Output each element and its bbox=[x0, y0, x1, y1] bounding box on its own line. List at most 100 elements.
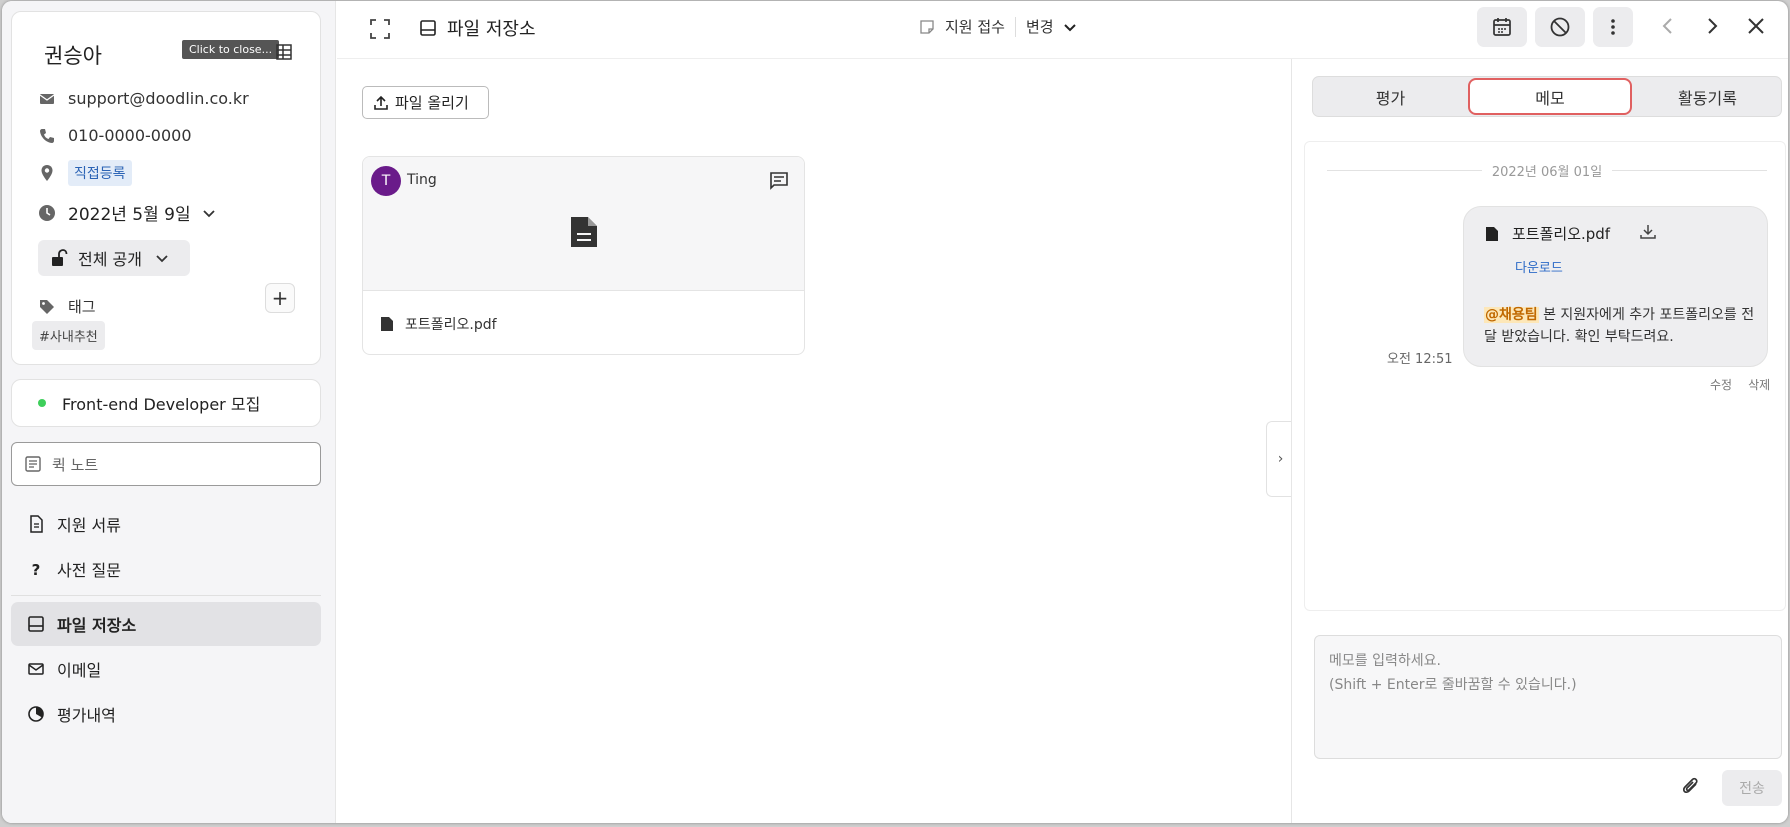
file-name-row: 포트폴리오.pdf bbox=[379, 314, 497, 334]
attachment-name: 포트폴리오.pdf bbox=[1512, 225, 1611, 243]
status-dot bbox=[38, 399, 46, 407]
divider bbox=[1014, 16, 1016, 37]
memo-bubble: 포트폴리오.pdf 다운로드 @채용팀 본 지원자에게 추가 포트폴리오를 전달… bbox=[1463, 206, 1768, 367]
storage-icon bbox=[28, 616, 44, 632]
memo-input[interactable]: 메모를 입력하세요. (Shift + Enter로 줄바꿈할 수 있습니다.) bbox=[1314, 635, 1782, 759]
stage-selector: 지원 접수 변경 bbox=[919, 16, 1078, 37]
candidate-profile-card: 권승아 Click to close... support@doodlin.co… bbox=[11, 11, 321, 365]
unlock-icon bbox=[52, 249, 68, 266]
quick-note-input[interactable]: 퀵 노트 bbox=[11, 442, 321, 486]
ban-icon bbox=[1550, 17, 1570, 37]
file-icon bbox=[1486, 226, 1498, 241]
table-icon[interactable] bbox=[274, 42, 294, 62]
tab-memo[interactable]: 메모 bbox=[1468, 78, 1632, 115]
nav-item-email[interactable]: 이메일 bbox=[11, 647, 321, 691]
send-button[interactable]: 전송 bbox=[1722, 770, 1782, 806]
candidate-name: 권승아 bbox=[44, 44, 102, 68]
file-preview[interactable]: T Ting bbox=[363, 157, 804, 291]
nav-label: 이메일 bbox=[57, 661, 102, 680]
uploader-name: Ting bbox=[407, 172, 437, 188]
calendar-icon bbox=[1493, 18, 1511, 36]
nav-label: 평가내역 bbox=[57, 706, 116, 725]
nav-item-questions[interactable]: ? 사전 질문 bbox=[11, 547, 321, 591]
tags-label: 태그 bbox=[68, 298, 96, 316]
mention-tag[interactable]: @채용팀 bbox=[1484, 307, 1539, 323]
memo-list: 2022년 06월 01일 포트폴리오.pdf 다운로드 @채용팀 본 지원자에… bbox=[1304, 141, 1786, 611]
date-divider: 2022년 06월 01일 bbox=[1327, 160, 1768, 180]
candidate-email[interactable]: support@doodlin.co.kr bbox=[68, 89, 249, 108]
more-options-button[interactable] bbox=[1593, 7, 1633, 47]
paperclip-icon[interactable] bbox=[1680, 776, 1702, 798]
sticky-note-icon bbox=[920, 19, 934, 34]
mail-icon bbox=[28, 663, 44, 675]
tab-activity-log[interactable]: 활동기록 bbox=[1632, 77, 1783, 116]
memo-placeholder-line2: (Shift + Enter로 줄바꿈할 수 있습니다.) bbox=[1329, 677, 1577, 693]
current-stage: 지원 접수 bbox=[945, 18, 1005, 36]
collapse-panel-button[interactable]: › bbox=[1266, 421, 1294, 497]
chevron-down-icon bbox=[202, 209, 215, 217]
tab-evaluation[interactable]: 평가 bbox=[1313, 77, 1468, 116]
add-tag-button[interactable]: + bbox=[265, 283, 295, 313]
download-link[interactable]: 다운로드 bbox=[1515, 257, 1563, 276]
change-stage-button[interactable]: 변경 bbox=[1026, 16, 1054, 37]
comment-icon[interactable] bbox=[769, 171, 789, 191]
close-icon[interactable] bbox=[1745, 15, 1767, 37]
file-storage-panel: 파일 올리기 T Ting 포트폴리오.pdf bbox=[337, 59, 1291, 823]
divider-line bbox=[1327, 169, 1482, 171]
visibility-label: 전체 공개 bbox=[78, 250, 142, 269]
calendar-button[interactable] bbox=[1477, 7, 1527, 47]
applied-date: 2022년 5월 9일 bbox=[68, 205, 191, 225]
avatar: T bbox=[371, 166, 401, 196]
memo-message: @채용팀 본 지원자에게 추가 포트폴리오를 전달 받았습니다. 확인 부탁드려… bbox=[1484, 304, 1756, 348]
attachment: 포트폴리오.pdf bbox=[1484, 223, 1610, 244]
block-button[interactable] bbox=[1535, 7, 1585, 47]
download-icon[interactable] bbox=[1639, 223, 1657, 241]
job-posting-card[interactable]: Front-end Developer 모집 bbox=[11, 379, 321, 427]
location-row: 직접등록 bbox=[38, 160, 132, 186]
divider-line bbox=[1612, 169, 1768, 171]
svg-text:?: ? bbox=[32, 561, 41, 578]
nav-label: 지원 서류 bbox=[57, 516, 121, 535]
storage-icon bbox=[420, 20, 436, 36]
tag-chip[interactable]: #사내추천 bbox=[32, 321, 105, 350]
tag-icon bbox=[40, 299, 54, 314]
nav-item-evaluations[interactable]: 평가내역 bbox=[11, 692, 321, 736]
sidebar: 권승아 Click to close... support@doodlin.co… bbox=[2, 1, 336, 823]
page-title: 파일 저장소 bbox=[419, 15, 536, 41]
chevron-down-icon bbox=[156, 255, 168, 263]
chevron-right-icon[interactable] bbox=[1701, 15, 1723, 37]
upload-file-button[interactable]: 파일 올리기 bbox=[362, 86, 489, 119]
nav-label: 파일 저장소 bbox=[57, 616, 137, 635]
delete-button[interactable]: 삭제 bbox=[1748, 376, 1770, 393]
memo-actions: 수정 삭제 bbox=[1710, 376, 1770, 393]
email-row: support@doodlin.co.kr bbox=[38, 89, 249, 108]
tags-row: 태그 bbox=[38, 296, 96, 317]
memo-date: 2022년 06월 01일 bbox=[1491, 164, 1603, 180]
file-card[interactable]: T Ting 포트폴리오.pdf bbox=[362, 156, 805, 355]
edit-button[interactable]: 수정 bbox=[1710, 376, 1732, 393]
close-tooltip[interactable]: Click to close... bbox=[182, 40, 280, 59]
clock-icon bbox=[39, 204, 55, 221]
memo-placeholder-line1: 메모를 입력하세요. bbox=[1329, 653, 1441, 669]
chevron-down-icon[interactable] bbox=[1062, 19, 1078, 35]
quick-note-placeholder: 퀵 노트 bbox=[52, 455, 99, 474]
upload-icon bbox=[374, 95, 388, 110]
job-title: Front-end Developer 모집 bbox=[62, 395, 261, 414]
phone-row: 010-0000-0000 bbox=[38, 126, 192, 145]
visibility-dropdown[interactable]: 전체 공개 bbox=[38, 240, 190, 276]
date-row[interactable]: 2022년 5월 9일 bbox=[38, 200, 217, 225]
chevron-left-icon[interactable] bbox=[1657, 15, 1679, 37]
mail-icon bbox=[39, 93, 55, 104]
nav-item-documents[interactable]: 지원 서류 bbox=[11, 502, 321, 546]
phone-icon bbox=[40, 128, 54, 143]
chart-icon bbox=[28, 706, 44, 722]
candidate-phone[interactable]: 010-0000-0000 bbox=[68, 126, 192, 145]
nav-item-file-storage[interactable]: 파일 저장소 bbox=[11, 602, 321, 646]
top-bar: 파일 저장소 지원 접수 변경 bbox=[337, 1, 1788, 59]
note-icon bbox=[25, 456, 41, 472]
app-window: 권승아 Click to close... support@doodlin.co… bbox=[2, 1, 1788, 823]
location-chip[interactable]: 직접등록 bbox=[68, 160, 132, 186]
location-pin-icon bbox=[41, 165, 53, 181]
document-icon bbox=[30, 515, 43, 533]
fullscreen-icon[interactable] bbox=[369, 18, 391, 40]
